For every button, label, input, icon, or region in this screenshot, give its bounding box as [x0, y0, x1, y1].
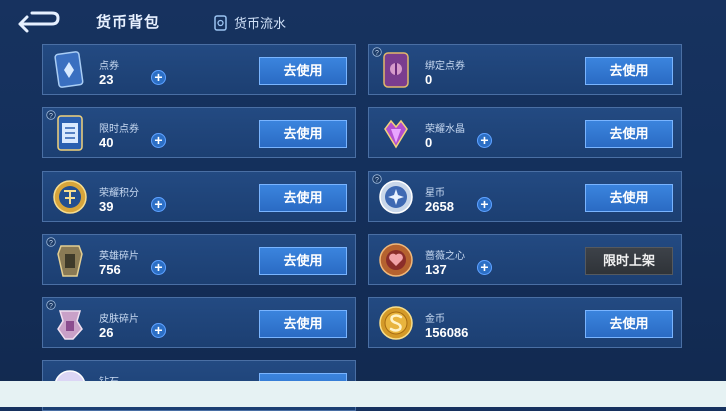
add-button[interactable]: +: [477, 260, 492, 275]
star-coin-icon: [379, 180, 413, 214]
add-button[interactable]: +: [477, 197, 492, 212]
use-button[interactable]: 去使用: [585, 120, 673, 148]
currency-card-bound-coupon: ? 绑定点券 0 去使用: [368, 44, 682, 95]
add-button[interactable]: +: [151, 260, 166, 275]
currency-count: 2658: [425, 199, 454, 214]
currency-count: 23: [99, 72, 114, 87]
currency-card-gold-coin: 金币 156086 去使用: [368, 297, 682, 348]
currency-count: 756: [99, 262, 121, 277]
use-button[interactable]: 去使用: [259, 120, 347, 148]
currency-name: 英雄碎片: [99, 251, 139, 262]
hero-shard-icon: [57, 245, 83, 277]
currency-card-honor-points: 荣耀积分 39 + 去使用: [42, 171, 356, 222]
currency-card-star-coin: ? 星币 2658 + 去使用: [368, 171, 682, 222]
currency-name: 金币: [425, 314, 445, 325]
currency-count: 156086: [425, 325, 469, 340]
gold-coin-icon: [379, 306, 413, 340]
currency-count: 26: [99, 325, 114, 340]
add-button[interactable]: +: [151, 323, 166, 338]
page-title: 货币背包: [96, 14, 161, 31]
limited-coupon-icon: [57, 115, 83, 151]
add-button[interactable]: +: [151, 197, 166, 212]
top-bar: 货币背包 货币流水: [0, 0, 726, 40]
crystal-icon: [384, 119, 408, 149]
bottom-overlay-bar: [0, 381, 726, 407]
bound-coupon-icon: [383, 52, 409, 88]
use-button[interactable]: 去使用: [259, 184, 347, 212]
currency-name: 荣耀水晶: [425, 124, 465, 135]
currency-name: 蔷薇之心: [425, 251, 465, 262]
currency-name: 荣耀积分: [99, 188, 139, 199]
skin-shard-icon: [57, 310, 83, 340]
add-button[interactable]: +: [151, 70, 166, 85]
currency-count: 40: [99, 135, 114, 150]
currency-card-rose-heart: 蔷薇之心 137 + 限时上架: [368, 234, 682, 285]
currency-count: 137: [425, 262, 447, 277]
currency-card-limited-coupon: ? 限时点券 40 + 去使用: [42, 107, 356, 158]
wallet-icon: [214, 14, 227, 31]
honor-points-icon: [53, 180, 87, 214]
currency-name: 点券: [99, 61, 119, 72]
add-button[interactable]: +: [477, 133, 492, 148]
use-button[interactable]: 去使用: [585, 310, 673, 338]
currency-card-skin-shard: ? 皮肤碎片 26 + 去使用: [42, 297, 356, 348]
use-button[interactable]: 去使用: [259, 247, 347, 275]
currency-card-coupon: 点券 23 + 去使用: [42, 44, 356, 95]
currency-flow-label: 货币流水: [234, 16, 287, 31]
currency-flow-tab[interactable]: 货币流水: [214, 13, 286, 32]
use-button[interactable]: 去使用: [585, 184, 673, 212]
currency-count: 0: [425, 135, 433, 150]
currency-name: 星币: [425, 188, 445, 199]
add-button[interactable]: +: [151, 133, 166, 148]
currency-card-crystal: 荣耀水晶 0 + 去使用: [368, 107, 682, 158]
currency-name: 限时点券: [99, 124, 139, 135]
currency-count: 39: [99, 199, 114, 214]
currency-name: 皮肤碎片: [99, 314, 139, 325]
currency-card-hero-shard: ? 英雄碎片 756 + 去使用: [42, 234, 356, 285]
currency-name: 绑定点券: [425, 61, 465, 72]
limited-release-button: 限时上架: [585, 247, 673, 275]
rose-heart-icon: [379, 243, 413, 277]
currency-count: 0: [425, 72, 433, 87]
coupon-icon: [54, 51, 84, 88]
use-button[interactable]: 去使用: [585, 57, 673, 85]
use-button[interactable]: 去使用: [259, 57, 347, 85]
back-arrow-icon[interactable]: [14, 8, 60, 34]
use-button[interactable]: 去使用: [259, 310, 347, 338]
